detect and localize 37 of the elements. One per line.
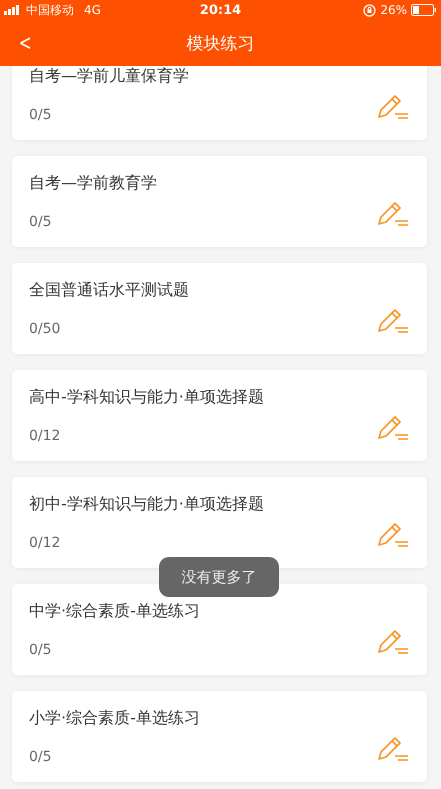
page-title: 模块练习	[186, 34, 254, 54]
pencil-icon[interactable]	[377, 92, 409, 118]
signal-icon	[4, 5, 22, 15]
module-title: 自考—学前儿童保育学	[29, 66, 190, 87]
module-title: 高中-学科知识与能力·单项选择题	[29, 387, 265, 408]
clock-time: 20:14	[200, 3, 242, 18]
progress-count: 0/5	[29, 642, 53, 658]
module-card[interactable]: 小学·综合素质-单选练习 0/5	[12, 691, 427, 782]
module-card[interactable]: 自考—学前儿童保育学 0/5	[12, 66, 427, 140]
module-title: 小学·综合素质-单选练习	[29, 708, 201, 729]
toast-message: 没有更多了	[159, 557, 279, 597]
progress-count: 0/50	[29, 321, 62, 337]
module-card[interactable]: 自考—学前教育学 0/5	[12, 156, 427, 247]
progress-count: 0/12	[29, 535, 62, 551]
module-title: 中学·综合素质-单选练习	[29, 601, 201, 622]
module-title: 初中-学科知识与能力·单项选择题	[29, 494, 265, 515]
module-card[interactable]: 高中-学科知识与能力·单项选择题 0/12	[12, 370, 427, 461]
battery-icon	[411, 4, 437, 16]
module-card[interactable]: 中学·综合素质-单选练习 0/5	[12, 584, 427, 675]
rotation-lock-icon	[363, 4, 376, 16]
pencil-icon[interactable]	[377, 520, 409, 546]
pencil-icon[interactable]	[377, 628, 409, 654]
pencil-icon[interactable]	[377, 414, 409, 440]
module-title: 全国普通话水平测试题	[29, 280, 190, 301]
progress-count: 0/5	[29, 214, 53, 230]
progress-count: 0/12	[29, 428, 62, 444]
module-card[interactable]: 全国普通话水平测试题 0/50	[12, 263, 427, 354]
pencil-icon[interactable]	[377, 734, 409, 760]
network-type: 4G	[84, 3, 101, 17]
pencil-icon[interactable]	[377, 200, 409, 226]
pencil-icon[interactable]	[377, 306, 409, 332]
module-title: 自考—学前教育学	[29, 173, 158, 194]
carrier-name: 中国移动	[26, 2, 74, 18]
progress-count: 0/5	[29, 749, 53, 765]
battery-percent: 26%	[380, 3, 407, 17]
module-card[interactable]: 初中-学科知识与能力·单项选择题 0/12	[12, 477, 427, 568]
progress-count: 0/5	[29, 107, 53, 123]
